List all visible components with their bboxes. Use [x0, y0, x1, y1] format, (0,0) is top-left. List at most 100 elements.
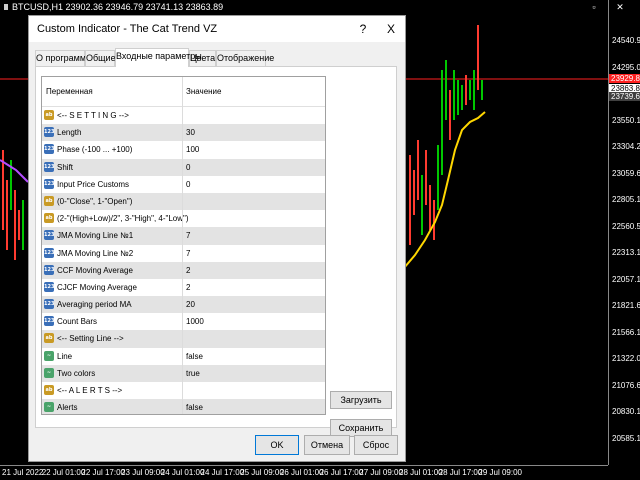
chart-menu-icon[interactable] [4, 4, 10, 10]
integer-type-icon: 123 [44, 264, 55, 275]
integer-type-icon: 123 [44, 281, 55, 292]
tab-common[interactable]: Общие [85, 50, 116, 66]
price-label: 22057.19 [612, 274, 640, 284]
param-value[interactable]: 0 [186, 180, 190, 189]
param-row[interactable]: 123 Shift 0 [42, 158, 325, 176]
time-label: 21 Jul 2022 [2, 468, 44, 477]
time-label: 24 Jul 01:00 [160, 468, 205, 477]
param-row[interactable]: 123 Length 30 [42, 124, 325, 142]
param-row[interactable]: ab <-- Setting Line --> [42, 330, 325, 348]
param-name: Input Price Customs [57, 179, 130, 189]
column-divider [182, 158, 183, 176]
price-label: 21322.06 [612, 354, 640, 363]
restore-window-icon[interactable]: ▫ [588, 2, 600, 12]
string-type-icon: ab [44, 213, 54, 224]
param-row[interactable]: ab <-- A L E R T S --> [42, 382, 325, 400]
time-label: 26 Jul 01:00 [279, 468, 324, 477]
param-value[interactable]: 100 [186, 145, 199, 154]
boolean-type-icon: ~ [44, 350, 54, 361]
param-row[interactable]: ab (0-"Close", 1-"Open") [42, 192, 325, 211]
column-divider [182, 347, 183, 365]
param-name: <-- Setting Line --> [57, 334, 124, 344]
column-divider [182, 175, 183, 193]
cancel-button[interactable]: Отмена [304, 435, 350, 455]
price-label: 23550.18 [612, 115, 640, 125]
param-value[interactable]: 20 [186, 300, 195, 309]
price-label: 24540.90 [612, 36, 640, 45]
string-type-icon: ab [44, 333, 54, 344]
time-label: 28 Jul 17:00 [438, 468, 483, 477]
param-name: CCF Moving Average [57, 265, 133, 275]
param-name: Count Bars [57, 317, 98, 327]
time-axis[interactable]: 21 Jul 2022 22 Jul 01:00 22 Jul 17:00 23 Ju… [0, 465, 608, 480]
param-row[interactable]: ~ Alerts false [42, 399, 325, 414]
param-row[interactable]: 123 Input Price Customs 0 [42, 175, 325, 193]
column-divider [182, 382, 183, 400]
price-label: 22313.15 [612, 248, 640, 257]
help-button[interactable]: ? [351, 20, 375, 38]
current-price-tag: 23739.68 [609, 92, 640, 101]
param-row[interactable]: 123 JMA Moving Line №2 7 [42, 244, 325, 262]
param-name: Two colors [57, 368, 96, 378]
ma-line-yellow [403, 111, 486, 269]
param-row[interactable]: 123 CCF Moving Average 2 [42, 261, 325, 279]
boolean-type-icon: ~ [44, 367, 54, 378]
param-row[interactable]: 123 JMA Moving Line №1 7 [42, 227, 325, 245]
param-row[interactable]: ~ Two colors true [42, 364, 325, 382]
param-value[interactable]: false [186, 403, 203, 412]
string-type-icon: ab [44, 385, 54, 395]
integer-type-icon: 123 [44, 230, 55, 241]
dialog-titlebar[interactable]: Custom Indicator - The Cat Trend VZ ? X [29, 16, 405, 42]
param-value[interactable]: false [186, 352, 203, 361]
column-divider [182, 124, 183, 142]
column-divider [182, 313, 183, 331]
param-name: (2-"(High+Low)/2", 3-"High", 4-"Low") [57, 214, 189, 224]
param-name: Averaging period MA [57, 300, 132, 310]
time-label: 24 Jul 17:00 [200, 468, 245, 477]
param-name: JMA Moving Line №2 [57, 248, 134, 258]
load-button[interactable]: Загрузить [330, 391, 392, 409]
param-value[interactable]: true [186, 369, 200, 378]
integer-type-icon: 123 [44, 299, 55, 310]
column-header-name[interactable]: Переменная [46, 87, 93, 96]
param-value[interactable]: 2 [186, 283, 190, 292]
column-divider [182, 141, 183, 159]
integer-type-icon: 123 [44, 316, 55, 327]
param-row[interactable]: 123 Averaging period MA 20 [42, 296, 325, 314]
param-value[interactable]: 30 [186, 128, 195, 137]
boolean-type-icon: ~ [44, 402, 54, 413]
param-row[interactable]: 123 Phase (-100 ... +100) 100 [42, 141, 325, 159]
param-value[interactable]: 7 [186, 231, 190, 240]
parameters-table[interactable]: Переменная Значение ab <-- S E T T I N G … [41, 76, 326, 415]
column-divider [182, 192, 183, 211]
param-value[interactable]: 7 [186, 249, 190, 258]
time-label: 29 Jul 09:00 [478, 468, 522, 477]
time-label: 22 Jul 17:00 [81, 468, 125, 477]
ma-line-purple [0, 159, 29, 183]
param-value[interactable]: 2 [186, 266, 190, 275]
param-row[interactable]: ~ Line false [42, 347, 325, 365]
price-label: 21076.65 [612, 380, 640, 390]
param-name: Shift [57, 162, 74, 172]
tab-about[interactable]: О программе [35, 50, 91, 66]
tab-inputs[interactable]: Входные параметры [115, 48, 202, 67]
ok-button[interactable]: OK [255, 435, 299, 455]
tab-display[interactable]: Отображение [216, 50, 274, 66]
param-name: <-- S E T T I N G --> [57, 111, 129, 120]
price-label: 22805.10 [612, 195, 640, 204]
param-row[interactable]: ab <-- S E T T I N G --> [42, 107, 325, 125]
string-type-icon: ab [44, 110, 54, 120]
price-label: 20585.11 [612, 433, 640, 443]
param-value[interactable]: 0 [186, 163, 190, 172]
header-divider [182, 77, 183, 107]
param-name: (0-"Close", 1-"Open") [57, 196, 133, 206]
param-row[interactable]: ab (2-"(High+Low)/2", 3-"High", 4-"Low") [42, 210, 325, 228]
column-header-value[interactable]: Значение [186, 87, 221, 96]
reset-button[interactable]: Сброс [354, 435, 398, 455]
param-value[interactable]: 1000 [186, 317, 204, 326]
param-row[interactable]: 123 CJCF Moving Average 2 [42, 278, 325, 297]
price-axis[interactable]: 24540.9024295.0424041.1923550.1823304.20… [608, 0, 640, 465]
param-row[interactable]: 123 Count Bars 1000 [42, 313, 325, 331]
column-divider [182, 278, 183, 297]
close-button[interactable]: X [379, 20, 403, 38]
